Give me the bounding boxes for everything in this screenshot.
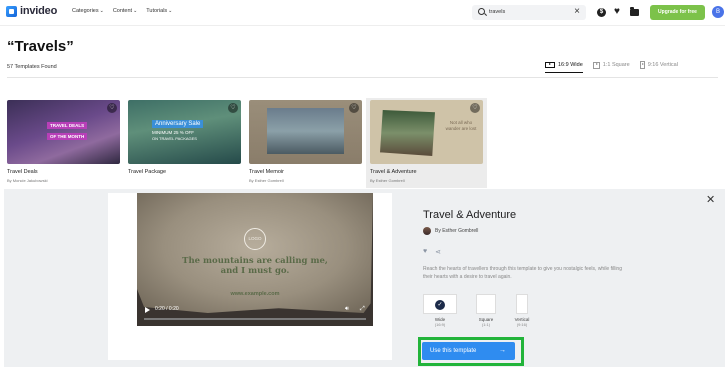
detail-actions: ♥ ⋖ (423, 248, 441, 256)
template-thumbnail[interactable]: Anniversary Sale MINIMUM 25 % OFF ON TRA… (128, 100, 241, 164)
card-author: By Moncie Jakubowski (7, 178, 48, 183)
template-description: Reach the hearts of travellers through t… (423, 266, 622, 280)
template-card[interactable]: Anniversary Sale MINIMUM 25 % OFF ON TRA… (128, 100, 241, 175)
results-count: 57 Templates Found (7, 64, 57, 70)
share-icon[interactable]: ⋖ (435, 248, 441, 256)
favorite-icon[interactable]: ♡ (107, 103, 117, 113)
video-player[interactable]: LOGO The mountains are calling me, and I… (137, 193, 373, 326)
card-author: By Esther Gombrell (370, 178, 405, 183)
chevron-down-icon: ⌄ (133, 8, 138, 14)
format-option-vertical[interactable]: Vertical (9:16) (512, 294, 532, 327)
format-option-square[interactable]: Square (1:1) (476, 294, 496, 327)
card-title: Travel & Adventure (370, 169, 417, 175)
logo-text: invideo (20, 5, 58, 17)
thumbnail-photo (267, 108, 344, 154)
template-card[interactable]: TRAVEL DEALS OF THE MONTH ♡ Travel Deals… (7, 100, 120, 183)
video-frame: LOGO The mountains are calling me, and I… (137, 193, 373, 313)
wide-ratio-icon (545, 61, 555, 68)
author-name: By Esther Gombrell (435, 228, 479, 234)
template-card[interactable]: ♡ Travel Memoir By Esther Gombrell (249, 100, 362, 183)
author-row: By Esther Gombrell (423, 227, 478, 235)
video-progress-bar[interactable] (144, 318, 366, 320)
square-ratio-icon (592, 61, 600, 69)
fullscreen-icon[interactable]: ⤢ (360, 306, 365, 313)
favorite-icon[interactable]: ♡ (470, 103, 480, 113)
favorite-icon[interactable]: ♡ (228, 103, 238, 113)
thumbnail-text: ON TRAVEL PACKAGES (152, 136, 197, 141)
play-icon[interactable] (145, 307, 150, 313)
format-option-wide[interactable]: ✓ Wide (16:9) (423, 294, 457, 327)
main-nav: Categories⌄ Content⌄ Tutorials⌄ (72, 8, 172, 14)
template-thumbnail[interactable]: TRAVEL DEALS OF THE MONTH ♡ (7, 100, 120, 164)
divider (7, 77, 718, 78)
video-controls: 0:20 / 0:20 🔊︎ ⤢ (137, 305, 373, 326)
video-site: www.example.com (230, 291, 280, 297)
vertical-format-box (516, 294, 528, 314)
template-thumbnail[interactable]: ♡ (249, 100, 362, 164)
arrow-right-icon: → (499, 347, 506, 354)
folder-icon[interactable] (630, 7, 639, 16)
video-logo-placeholder: LOGO (244, 228, 266, 250)
nav-content[interactable]: Content⌄ (113, 8, 137, 14)
card-title: Travel Package (128, 169, 167, 175)
square-format-box (476, 294, 496, 314)
card-title: Travel Deals (7, 169, 38, 175)
search-value: travels (489, 9, 506, 15)
page-title: “Travels” (7, 38, 74, 55)
heart-icon[interactable]: ♥ (614, 7, 623, 17)
author-avatar (423, 227, 431, 235)
favorite-icon[interactable]: ♡ (349, 103, 359, 113)
use-template-button[interactable]: Use this template → (422, 342, 515, 360)
chevron-down-icon: ⌄ (168, 8, 173, 14)
card-title: Travel Memoir (249, 169, 284, 175)
volume-icon[interactable]: 🔊︎ (345, 306, 349, 313)
avatar[interactable]: B (712, 6, 724, 18)
search-input[interactable]: travels × (472, 5, 586, 20)
template-card-selected[interactable]: Not all who wander are lost ♡ Travel & A… (370, 100, 483, 183)
thumbnail-text: MINIMUM 25 % OFF (152, 130, 195, 135)
tab-vertical[interactable]: 9:16 Vertical (639, 61, 678, 73)
thumbnail-text: TRAVEL DEALS (47, 122, 88, 129)
detail-title: Travel & Adventure (423, 209, 517, 221)
search-icon (478, 8, 485, 15)
chevron-down-icon: ⌄ (99, 8, 104, 14)
check-icon: ✓ (435, 300, 445, 310)
card-author: By Esther Gombrell (249, 178, 284, 183)
tab-square[interactable]: 1:1 Square (592, 61, 630, 73)
logo[interactable]: invideo (6, 5, 57, 17)
ratio-tabs: 16:9 Wide 1:1 Square 9:16 Vertical (545, 61, 678, 73)
video-quote: The mountains are calling me, and I must… (182, 256, 328, 276)
template-thumbnail[interactable]: Not all who wander are lost ♡ (370, 100, 483, 164)
top-bar: invideo Categories⌄ Content⌄ Tutorials⌄ … (0, 0, 725, 26)
close-icon[interactable]: ✕ (706, 193, 715, 206)
thumbnail-photo (380, 110, 435, 156)
nav-tutorials[interactable]: Tutorials⌄ (146, 8, 172, 14)
video-time: 0:20 / 0:20 (155, 306, 179, 312)
clear-search-icon[interactable]: × (574, 6, 580, 17)
nav-categories[interactable]: Categories⌄ (72, 8, 104, 14)
vertical-ratio-icon (639, 61, 645, 69)
thumbnail-text: Anniversary Sale (152, 120, 204, 128)
heart-icon[interactable]: ♥ (423, 248, 427, 256)
wide-format-box: ✓ (423, 294, 457, 314)
upgrade-button[interactable]: Upgrade for free (650, 5, 705, 20)
dollar-icon[interactable]: $ (597, 8, 606, 17)
thumbnail-text: OF THE MONTH (47, 133, 88, 140)
logo-icon (6, 5, 17, 17)
tab-wide[interactable]: 16:9 Wide (545, 61, 583, 73)
thumbnail-text: Not all who wander are lost (445, 120, 477, 131)
